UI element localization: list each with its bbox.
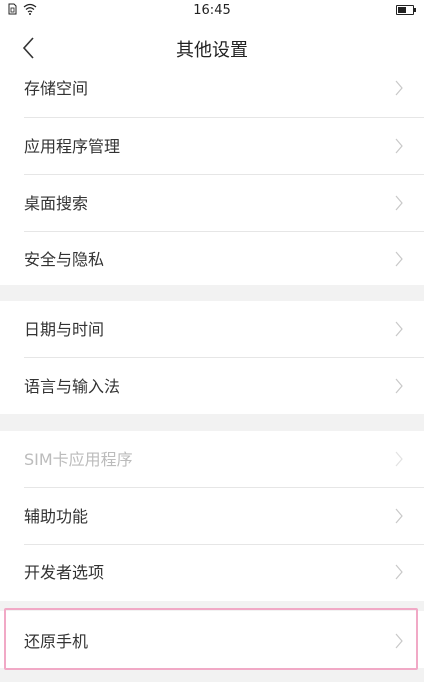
status-bar: 16:45 bbox=[0, 0, 424, 22]
chevron-right-icon bbox=[395, 321, 403, 337]
chevron-right-icon bbox=[395, 138, 403, 154]
chevron-right-icon bbox=[395, 80, 403, 96]
settings-item-developer-options[interactable]: 开发者选项 bbox=[0, 544, 424, 601]
settings-group-3: SIM卡应用程序 辅助功能 开发者选项 bbox=[0, 431, 424, 601]
chevron-right-icon bbox=[395, 251, 403, 267]
settings-item-label: 存储空间 bbox=[24, 79, 89, 98]
chevron-right-icon bbox=[395, 451, 403, 467]
chevron-right-icon bbox=[395, 633, 403, 649]
settings-item-accessibility[interactable]: 辅助功能 bbox=[0, 488, 424, 545]
settings-item-security-privacy[interactable]: 安全与隐私 bbox=[0, 231, 424, 288]
settings-item-language-input[interactable]: 语言与输入法 bbox=[0, 358, 424, 415]
settings-item-app-management[interactable]: 应用程序管理 bbox=[0, 118, 424, 175]
settings-item-label: 开发者选项 bbox=[24, 563, 105, 582]
settings-item-label: 辅助功能 bbox=[24, 507, 89, 526]
settings-group-4: 还原手机 bbox=[0, 611, 424, 668]
status-time: 16:45 bbox=[193, 3, 231, 18]
settings-item-label: 安全与隐私 bbox=[24, 250, 105, 269]
page-title: 其他设置 bbox=[176, 40, 248, 61]
chevron-right-icon bbox=[395, 508, 403, 524]
settings-item-desktop-search[interactable]: 桌面搜索 bbox=[0, 175, 424, 232]
battery-outline bbox=[396, 5, 416, 15]
settings-item-date-time[interactable]: 日期与时间 bbox=[0, 301, 424, 358]
chevron-right-icon bbox=[395, 195, 403, 211]
settings-item-reset-phone[interactable]: 还原手机 bbox=[0, 613, 424, 670]
settings-group-1: 存储空间 应用程序管理 桌面搜索 安全与隐私 bbox=[0, 74, 424, 285]
settings-item-sim-apps: SIM卡应用程序 bbox=[0, 431, 424, 488]
settings-group-2: 日期与时间 语言与输入法 bbox=[0, 301, 424, 414]
settings-item-label: 日期与时间 bbox=[24, 320, 105, 339]
chevron-right-icon bbox=[395, 378, 403, 394]
settings-item-label: 还原手机 bbox=[24, 632, 89, 651]
settings-item-label: 语言与输入法 bbox=[24, 377, 121, 396]
chevron-right-icon bbox=[395, 564, 403, 580]
battery-fill bbox=[398, 7, 406, 13]
battery-icon bbox=[396, 5, 416, 15]
settings-item-label: 桌面搜索 bbox=[24, 194, 89, 213]
settings-item-storage[interactable]: 存储空间 bbox=[0, 60, 424, 117]
settings-item-label: SIM卡应用程序 bbox=[24, 450, 133, 469]
settings-item-label: 应用程序管理 bbox=[24, 137, 121, 156]
